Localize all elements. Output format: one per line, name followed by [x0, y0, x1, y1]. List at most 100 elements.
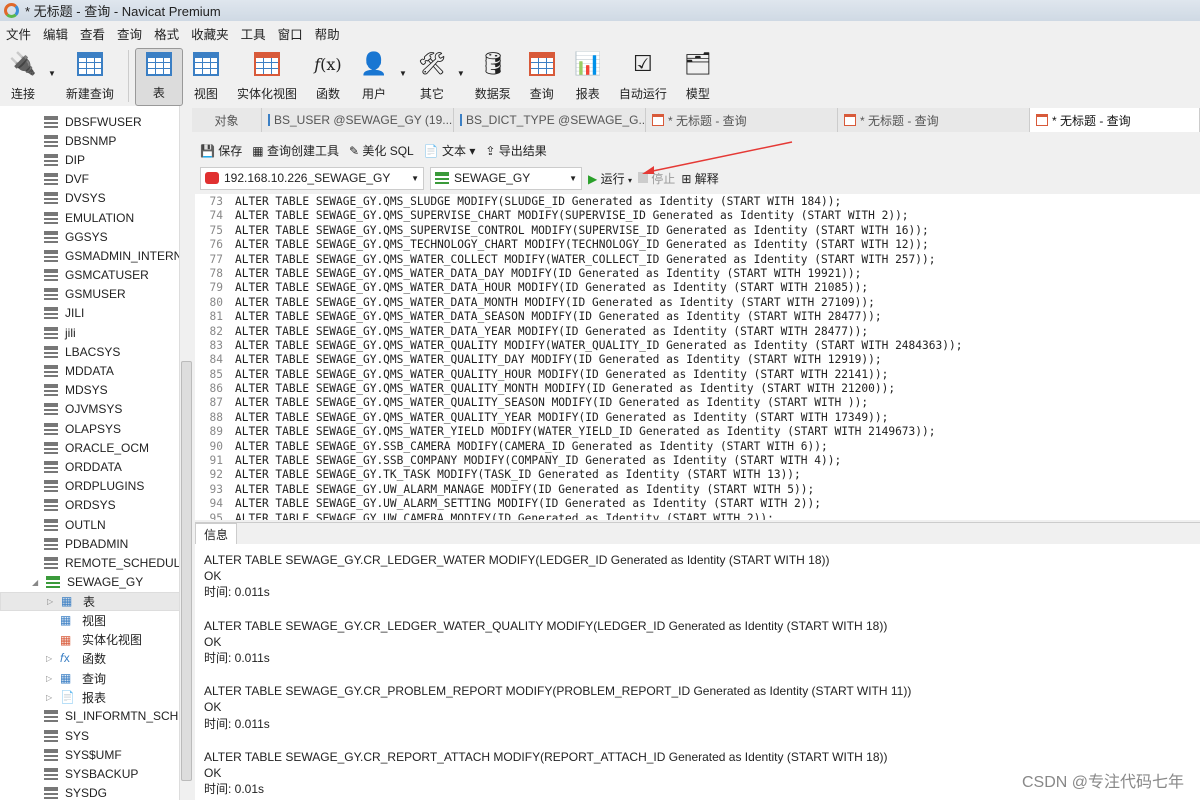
- tree-item-schema[interactable]: GSMCATUSER: [0, 266, 180, 285]
- toolbar-view-button[interactable]: 视图: [183, 48, 229, 106]
- menu-item[interactable]: 窗口: [272, 24, 309, 43]
- connection-select[interactable]: 192.168.10.226_SEWAGE_GY ▼: [200, 166, 424, 190]
- tree-item-schema[interactable]: MDSYS: [0, 381, 180, 400]
- toolbar-data-pump-button[interactable]: 🛢 数据泵: [467, 48, 519, 106]
- tree-item-schema[interactable]: REMOTE_SCHEDULER_AGENT: [0, 553, 180, 572]
- run-button[interactable]: ▶ 运行 ▾: [588, 170, 632, 187]
- materialized-view-icon: [252, 49, 282, 79]
- tree-item-schema[interactable]: OJVMSYS: [0, 400, 180, 419]
- tree-item-schema[interactable]: ORACLE_OCM: [0, 438, 180, 457]
- tree-item-schema[interactable]: ORDSYS: [0, 496, 180, 515]
- tree-item-schema[interactable]: SYSBACKUP: [0, 764, 180, 783]
- menu-item[interactable]: 文件: [0, 24, 37, 43]
- toolbar-plug-button[interactable]: 🔌 连接: [0, 48, 46, 106]
- expand-arrow-icon[interactable]: ▷: [46, 654, 56, 663]
- tree-item-query[interactable]: ▷ ▦ 查询: [0, 668, 180, 687]
- tree-item-label: PDBADMIN: [65, 536, 129, 551]
- tree-item-schema[interactable]: DVSYS: [0, 189, 180, 208]
- toolbar-new-query-button[interactable]: 新建查询: [58, 48, 122, 106]
- tab-messages[interactable]: 信息: [195, 523, 238, 545]
- play-icon: ▶: [588, 171, 598, 186]
- code-line: 88 ALTER TABLE SEWAGE_GY.QMS_WATER_QUALIT…: [195, 411, 1200, 425]
- text-button[interactable]: 📄 文本 ▾: [424, 142, 476, 159]
- chevron-down-icon[interactable]: ▼: [399, 69, 407, 78]
- tree-item-schema[interactable]: OUTLN: [0, 515, 180, 534]
- tree-item-label: OUTLN: [65, 517, 106, 532]
- export-results-button[interactable]: ⇪ 导出结果: [485, 142, 546, 159]
- expand-arrow-icon[interactable]: ▷: [46, 674, 56, 683]
- line-number: 89: [209, 425, 223, 439]
- save-button[interactable]: 💾 保存: [200, 142, 242, 159]
- stop-button[interactable]: 停止: [637, 170, 675, 187]
- toolbar-tools-button[interactable]: 🛠 其它: [409, 48, 455, 106]
- toolbar-auto-run-button[interactable]: ☑ 自动运行: [611, 48, 675, 106]
- expand-arrow-icon[interactable]: ◢: [32, 578, 42, 587]
- tree-item-schema[interactable]: GSMUSER: [0, 285, 180, 304]
- menu-item[interactable]: 查看: [74, 24, 111, 43]
- tree-item-schema[interactable]: LBACSYS: [0, 342, 180, 361]
- tree-item-table[interactable]: ▷ ▦ 表: [0, 591, 180, 611]
- tree-item-label: DBSNMP: [65, 133, 117, 148]
- tree-item-function[interactable]: ▷ 𝑓x 函数: [0, 649, 180, 668]
- code-text: ALTER TABLE SEWAGE_GY.QMS_WATER_DATA_YEA…: [235, 324, 869, 338]
- tree-item-schema[interactable]: DIP: [0, 150, 180, 169]
- toolbar-materialized-view-button[interactable]: 实体化视图: [229, 48, 305, 106]
- menu-item[interactable]: 工具: [235, 24, 272, 43]
- toolbar-user-button[interactable]: 👤 用户: [351, 48, 397, 106]
- code-text: ALTER TABLE SEWAGE_GY.QMS_WATER_DATA_DAY…: [235, 266, 862, 280]
- beautify-sql-button[interactable]: ✎ 美化 SQL: [349, 142, 414, 159]
- tree-item-schema[interactable]: MDDATA: [0, 361, 180, 380]
- main-toolbar: 🔌 连接 ▼ 新建查询 表 视图 实体化视图 𝑓(x) 函数 👤 用户 ▼ 🛠 其它 ▼ 🛢 数据泵 查询 📊 报表 ☑…: [0, 44, 1200, 106]
- chevron-down-icon[interactable]: ▼: [48, 69, 56, 78]
- toolbar-function-button[interactable]: 𝑓(x) 函数: [305, 48, 351, 106]
- tree-item-schema[interactable]: SI_INFORMTN_SCHEMA: [0, 707, 180, 726]
- tree-item-view[interactable]: ▦ 视图: [0, 611, 180, 630]
- code-line: 83 ALTER TABLE SEWAGE_GY.QMS_WATER_QUALIT…: [195, 339, 1200, 353]
- tree-item-schema[interactable]: DVF: [0, 170, 180, 189]
- tree-item-schema[interactable]: ◢ SEWAGE_GY: [0, 573, 180, 592]
- message-time: 时间: 0.011s: [204, 651, 270, 666]
- tree-item-schema[interactable]: PDBADMIN: [0, 534, 180, 553]
- tree-item-schema[interactable]: DBSNMP: [0, 131, 180, 150]
- explain-button[interactable]: ⊞ 解释: [681, 170, 718, 187]
- tree-item-schema[interactable]: GGSYS: [0, 227, 180, 246]
- menu-item[interactable]: 格式: [148, 24, 185, 43]
- tree-item-schema[interactable]: OLAPSYS: [0, 419, 180, 438]
- sql-editor[interactable]: 73 ALTER TABLE SEWAGE_GY.QMS_SLUDGE MODIF…: [195, 194, 1200, 520]
- tree-item-schema[interactable]: ORDPLUGINS: [0, 477, 180, 496]
- expand-arrow-icon[interactable]: ▷: [46, 693, 56, 702]
- menu-item[interactable]: 查询: [111, 24, 148, 43]
- chevron-down-icon[interactable]: ▼: [457, 69, 465, 78]
- code-text: ALTER TABLE SEWAGE_GY.QMS_WATER_DATA_HOU…: [235, 281, 869, 295]
- tree-item-materialized-view[interactable]: ▦ 实体化视图: [0, 630, 180, 649]
- menu-item[interactable]: 帮助: [309, 24, 346, 43]
- tab-query[interactable]: * 无标题 - 查询: [1030, 108, 1200, 132]
- sidebar-scrollbar[interactable]: [179, 106, 192, 800]
- menu-item[interactable]: 收藏夹: [185, 24, 235, 43]
- tree-item-schema[interactable]: jili: [0, 323, 180, 342]
- menu-item[interactable]: 编辑: [37, 24, 74, 43]
- tree-item-schema[interactable]: DBSFWUSER: [0, 112, 180, 131]
- code-text: ALTER TABLE SEWAGE_GY.QMS_WATER_DATA_MON…: [235, 295, 875, 309]
- tab-query[interactable]: BS_USER @SEWAGE_GY (19...: [262, 108, 454, 132]
- tab-objects[interactable]: 对象: [192, 108, 262, 132]
- schema-select[interactable]: SEWAGE_GY ▼: [430, 166, 582, 190]
- toolbar-model-button[interactable]: 🗂 模型: [675, 48, 721, 106]
- tree-item-schema[interactable]: SYSDG: [0, 784, 180, 800]
- tree-item-schema[interactable]: EMULATION: [0, 208, 180, 227]
- toolbar-report-button[interactable]: 📊 报表: [565, 48, 611, 106]
- tree-item-schema[interactable]: ORDDATA: [0, 457, 180, 476]
- tree-item-schema[interactable]: GSMADMIN_INTERNAL: [0, 246, 180, 265]
- toolbar-table-button[interactable]: 表: [134, 48, 183, 106]
- tree-item-schema[interactable]: JILI: [0, 304, 180, 323]
- query-builder-button[interactable]: ▦ 查询创建工具: [252, 142, 339, 159]
- tab-query[interactable]: * 无标题 - 查询: [646, 108, 838, 132]
- tab-query[interactable]: * 无标题 - 查询: [838, 108, 1030, 132]
- toolbar-query-button[interactable]: 查询: [519, 48, 565, 106]
- scrollbar-thumb[interactable]: [181, 361, 192, 781]
- tree-item-report[interactable]: ▷ 📄 报表: [0, 688, 180, 707]
- tree-item-schema[interactable]: SYS$UMF: [0, 745, 180, 764]
- tree-item-schema[interactable]: SYS: [0, 726, 180, 745]
- expand-arrow-icon[interactable]: ▷: [47, 597, 57, 606]
- tab-query[interactable]: BS_DICT_TYPE @SEWAGE_G...: [454, 108, 646, 132]
